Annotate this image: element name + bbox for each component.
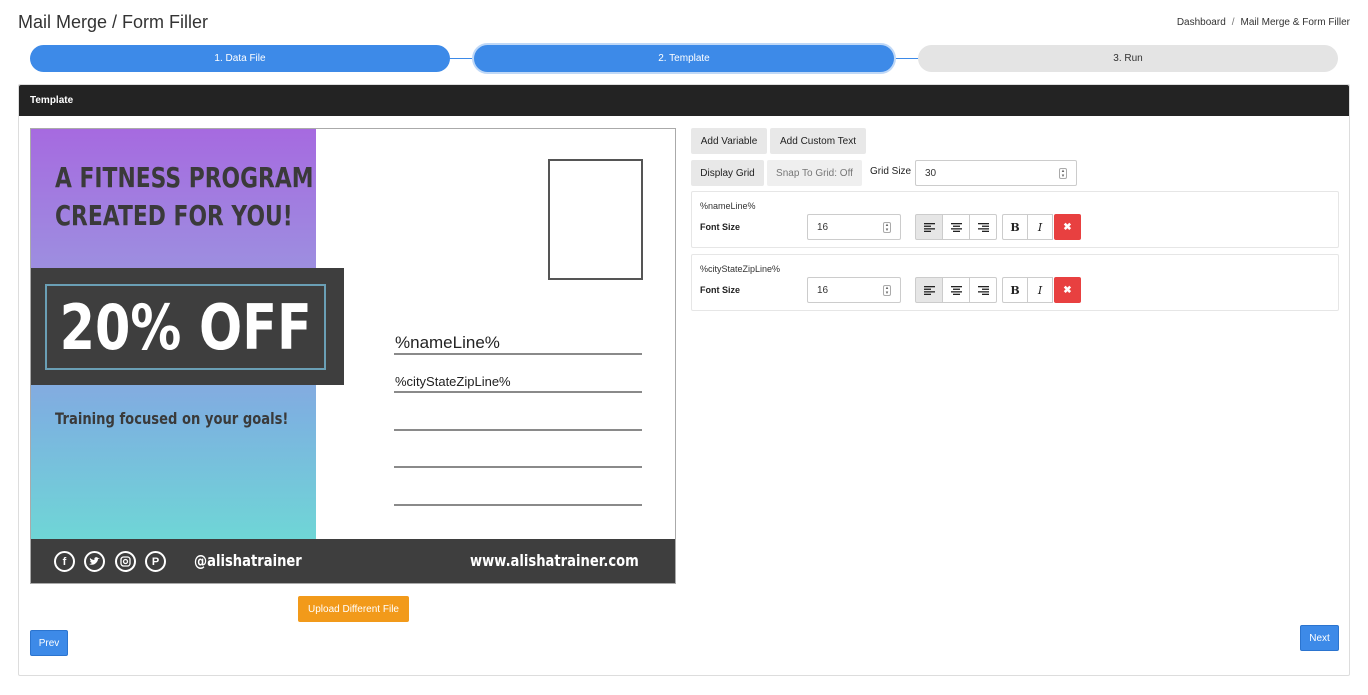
- variable-panel-city-state-zip-line: %cityStateZipLine% Font Size 16 ▴ ▾ B I ✖: [691, 254, 1339, 311]
- breadcrumb-current: Mail Merge & Form Filler: [1240, 17, 1350, 28]
- pinterest-icon: P: [145, 551, 166, 572]
- template-preview[interactable]: A FITNESS PROGRAM CREATED FOR YOU! Train…: [30, 128, 676, 584]
- postcard-footer: f P @alishatrainer www.alishatrainer.com: [31, 539, 675, 583]
- address-line: [394, 504, 642, 506]
- postcard-headline: A FITNESS PROGRAM CREATED FOR YOU!: [55, 159, 314, 235]
- text-style-group: B I: [1002, 277, 1053, 303]
- add-variable-button[interactable]: Add Variable: [691, 128, 767, 154]
- font-size-input[interactable]: 16 ▴ ▾: [807, 214, 901, 240]
- wizard-steps: 1. Data File 2. Template 3. Run: [30, 45, 1340, 73]
- align-left-icon[interactable]: [915, 277, 943, 303]
- next-button[interactable]: Next: [1300, 625, 1339, 651]
- prev-button[interactable]: Prev: [30, 630, 68, 656]
- offer-text: 20% OFF: [59, 290, 312, 364]
- grid-size-input[interactable]: 30 ▴ ▾: [915, 160, 1077, 186]
- bold-button[interactable]: B: [1002, 277, 1028, 303]
- font-size-value: 16: [817, 284, 829, 296]
- address-line: [394, 391, 642, 393]
- field-name-line[interactable]: %nameLine%: [395, 333, 500, 353]
- variable-name: %nameLine%: [700, 201, 756, 211]
- italic-button[interactable]: I: [1027, 214, 1053, 240]
- template-card: Template A FITNESS PROGRAM CREATED FOR Y…: [18, 84, 1350, 676]
- step-run[interactable]: 3. Run: [918, 45, 1338, 72]
- delete-variable-button[interactable]: ✖: [1054, 214, 1081, 240]
- spinner-icon[interactable]: ▴ ▾: [883, 222, 891, 233]
- postcard-website: www.alishatrainer.com: [470, 551, 639, 570]
- postcard-handle: @alishatrainer: [194, 551, 302, 570]
- font-size-label: Font Size: [700, 285, 740, 295]
- offer-box: 20% OFF: [31, 268, 344, 385]
- grid-size-value: 30: [925, 167, 937, 179]
- align-right-icon[interactable]: [969, 214, 997, 240]
- breadcrumb: Dashboard / Mail Merge & Form Filler: [1177, 17, 1350, 28]
- bold-button[interactable]: B: [1002, 214, 1028, 240]
- variable-name: %cityStateZipLine%: [700, 264, 781, 274]
- breadcrumb-dashboard[interactable]: Dashboard: [1177, 17, 1226, 28]
- twitter-icon: [84, 551, 105, 572]
- variable-panel-name-line: %nameLine% Font Size 16 ▴ ▾ B I ✖: [691, 191, 1339, 248]
- font-size-label: Font Size: [700, 222, 740, 232]
- address-line: [394, 353, 642, 355]
- offer-frame: 20% OFF: [45, 284, 326, 370]
- display-grid-button[interactable]: Display Grid: [691, 160, 764, 186]
- font-size-input[interactable]: 16 ▴ ▾: [807, 277, 901, 303]
- delete-variable-button[interactable]: ✖: [1054, 277, 1081, 303]
- italic-button[interactable]: I: [1027, 277, 1053, 303]
- address-line: [394, 429, 642, 431]
- field-city-state-zip-line[interactable]: %cityStateZipLine%: [395, 374, 511, 389]
- facebook-icon: f: [54, 551, 75, 572]
- step-data-file[interactable]: 1. Data File: [30, 45, 450, 72]
- alignment-group: [915, 214, 997, 240]
- upload-different-file-button[interactable]: Upload Different File: [298, 596, 409, 622]
- headline-line-2: CREATED FOR YOU!: [55, 199, 293, 232]
- postcard-tagline: Training focused on your goals!: [55, 409, 289, 428]
- step-template[interactable]: 2. Template: [474, 45, 894, 72]
- align-right-icon[interactable]: [969, 277, 997, 303]
- address-line: [394, 466, 642, 468]
- headline-line-1: A FITNESS PROGRAM: [55, 161, 314, 194]
- spinner-icon[interactable]: ▴ ▾: [883, 285, 891, 296]
- page-title: Mail Merge / Form Filler: [18, 12, 209, 32]
- grid-size-label: Grid Size: [870, 166, 912, 177]
- add-custom-text-button[interactable]: Add Custom Text: [770, 128, 866, 154]
- alignment-group: [915, 277, 997, 303]
- font-size-value: 16: [817, 221, 829, 233]
- breadcrumb-separator: /: [1231, 17, 1235, 28]
- align-center-icon[interactable]: [942, 214, 970, 240]
- align-center-icon[interactable]: [942, 277, 970, 303]
- spinner-icon[interactable]: ▴ ▾: [1059, 168, 1067, 179]
- card-header: Template: [19, 85, 1349, 116]
- instagram-icon: [115, 551, 136, 572]
- stamp-placeholder: [548, 159, 643, 280]
- snap-to-grid-button[interactable]: Snap To Grid: Off: [767, 160, 862, 186]
- align-left-icon[interactable]: [915, 214, 943, 240]
- text-style-group: B I: [1002, 214, 1053, 240]
